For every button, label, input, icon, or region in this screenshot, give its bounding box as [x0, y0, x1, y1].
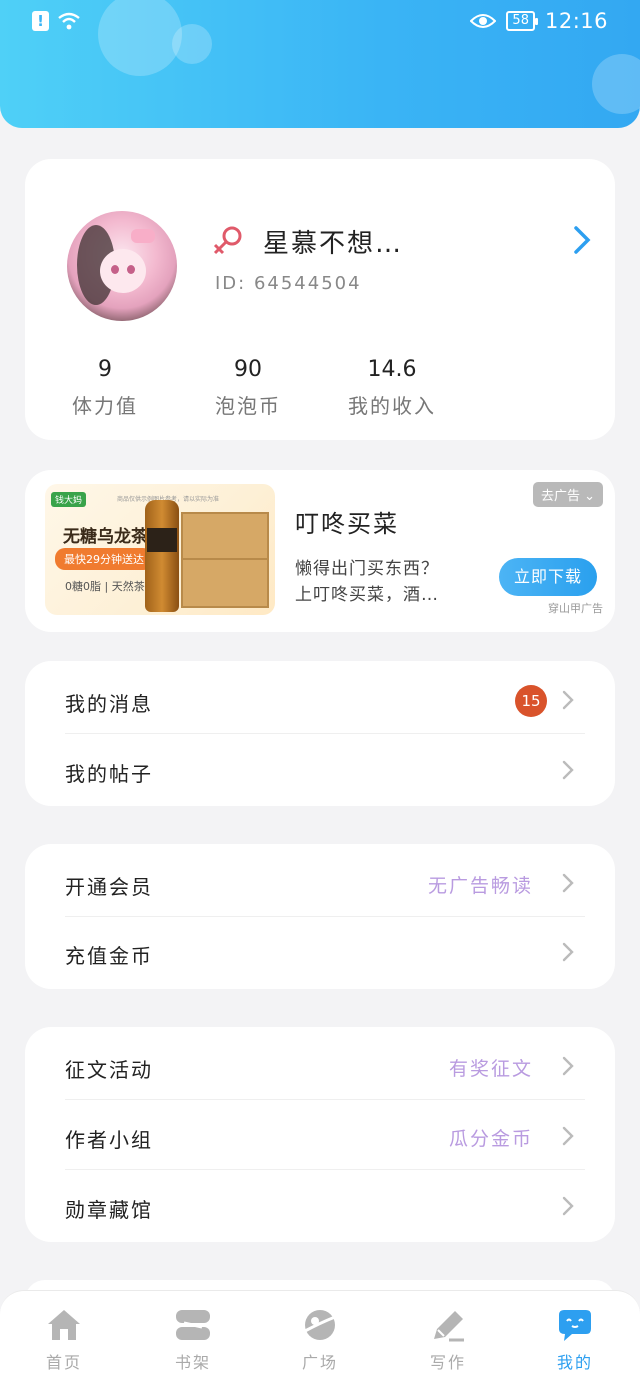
tab-label: 广场 [301, 1353, 338, 1372]
ad-description-line: 上叮咚买菜，酒… [295, 585, 439, 605]
menu-item-medal-hall[interactable]: 勋章藏馆 [25, 1170, 615, 1240]
stat-value: 90 [234, 357, 262, 382]
stat-stamina[interactable]: 9 体力值 [40, 357, 170, 419]
product-bottle [145, 500, 179, 612]
ad-download-button[interactable]: 立即下载 [499, 558, 597, 596]
unread-count-badge: 15 [515, 685, 547, 717]
chevron-right-icon [562, 690, 574, 710]
battery-icon: 58 [506, 11, 538, 31]
menu-item-label: 我的消息 [65, 692, 153, 716]
chevron-right-icon[interactable] [571, 225, 593, 255]
chevron-down-icon: ⌄ [584, 489, 595, 504]
stat-label: 我的收入 [348, 394, 436, 418]
decorative-bubble [592, 54, 640, 114]
chevron-right-icon [562, 942, 574, 962]
menu-group-creator: 征文活动 有奖征文 作者小组 瓜分金币 勋章藏馆 [25, 1027, 615, 1242]
ad-image-title: 无糖乌龙茶 [63, 527, 148, 547]
chevron-right-icon [562, 1196, 574, 1216]
menu-item-label: 开通会员 [65, 875, 153, 899]
menu-item-membership[interactable]: 开通会员 无广告畅读 [25, 847, 615, 917]
menu-item-label: 我的帖子 [65, 762, 153, 786]
bottom-tab-bar: 首页 书架 广场 写作 我的 [0, 1290, 640, 1387]
pen-icon [434, 1311, 464, 1342]
menu-item-hint: 瓜分金币 [448, 1128, 533, 1150]
product-bottle-label [147, 528, 177, 552]
menu-item-label: 充值金币 [65, 944, 153, 968]
profile-card[interactable]: 星慕不想… ID: 64544504 9 体力值 90 泡泡币 14.6 我的收… [25, 159, 615, 440]
menu-item-label: 勋章藏馆 [65, 1198, 153, 1222]
menu-item-label: 征文活动 [65, 1058, 153, 1082]
tab-bookshelf[interactable]: 书架 [143, 1307, 243, 1373]
menu-item-recharge[interactable]: 充值金币 [25, 916, 615, 986]
status-bar: ! 58 12:16 [0, 0, 640, 44]
tab-label: 写作 [429, 1353, 466, 1372]
username: 星慕不想… [263, 229, 404, 259]
stat-label: 泡泡币 [215, 394, 281, 418]
menu-group-messages: 我的消息 15 我的帖子 [25, 661, 615, 806]
avatar[interactable] [67, 211, 177, 321]
ad-image-subtitle: 0糖0脂 | 天然茶叶 [65, 580, 156, 593]
stat-value: 14.6 [367, 357, 417, 382]
stat-value: 9 [98, 357, 112, 382]
tab-label: 书架 [174, 1353, 211, 1372]
wifi-icon [58, 12, 80, 30]
tab-label: 首页 [45, 1353, 82, 1372]
ad-image[interactable]: 钱大妈 商品仅供示例图片参考，请以实际为准 无糖乌龙茶 最快29分钟送达 0糖0… [45, 484, 275, 615]
ad-source-tag: 穿山甲广告 [548, 602, 603, 615]
user-id: ID: 64544504 [215, 273, 362, 294]
menu-item-author-group[interactable]: 作者小组 瓜分金币 [25, 1100, 615, 1170]
menu-item-hint: 有奖征文 [448, 1058, 533, 1080]
female-gender-icon [213, 226, 242, 255]
clock: 12:16 [544, 9, 608, 33]
chevron-right-icon [562, 1056, 574, 1076]
tab-write[interactable]: 写作 [398, 1307, 498, 1373]
remove-ad-label: 去广告 [540, 489, 580, 504]
bookshelf-icon [176, 1310, 210, 1340]
alert-icon: ! [32, 11, 49, 31]
ad-description: 懒得出门买东西？ 上叮咚买菜，酒… [295, 556, 439, 608]
stat-bubble-coins[interactable]: 90 泡泡币 [183, 357, 313, 419]
planet-icon [304, 1310, 336, 1340]
menu-item-essay-contest[interactable]: 征文活动 有奖征文 [25, 1030, 615, 1100]
menu-item-hint: 无广告畅读 [427, 875, 533, 897]
menu-item-my-posts[interactable]: 我的帖子 [25, 734, 615, 804]
chevron-right-icon [562, 873, 574, 893]
ad-title: 叮咚买菜 [295, 510, 399, 538]
chevron-right-icon [562, 1126, 574, 1146]
menu-item-label: 作者小组 [65, 1128, 153, 1152]
ad-card[interactable]: 钱大妈 商品仅供示例图片参考，请以实际为准 无糖乌龙茶 最快29分钟送达 0糖0… [25, 470, 615, 632]
chat-bubble-icon [559, 1310, 591, 1341]
ad-image-logo: 钱大妈 [51, 492, 87, 507]
remove-ad-button[interactable]: 去广告 ⌄ [532, 482, 603, 507]
ad-description-line: 懒得出门买东西？ [295, 559, 439, 579]
home-icon [48, 1310, 80, 1340]
tab-me[interactable]: 我的 [525, 1307, 625, 1373]
product-box [181, 512, 269, 608]
tab-home[interactable]: 首页 [14, 1307, 114, 1373]
stat-income[interactable]: 14.6 我的收入 [327, 357, 457, 419]
chevron-right-icon [562, 760, 574, 780]
stat-label: 体力值 [72, 394, 138, 418]
tab-label: 我的 [556, 1353, 593, 1372]
ad-image-pill: 最快29分钟送达 [55, 548, 153, 570]
eye-icon [470, 14, 497, 28]
tab-plaza[interactable]: 广场 [270, 1307, 370, 1373]
menu-item-my-messages[interactable]: 我的消息 15 [25, 664, 615, 734]
menu-group-membership: 开通会员 无广告畅读 充值金币 [25, 844, 615, 989]
